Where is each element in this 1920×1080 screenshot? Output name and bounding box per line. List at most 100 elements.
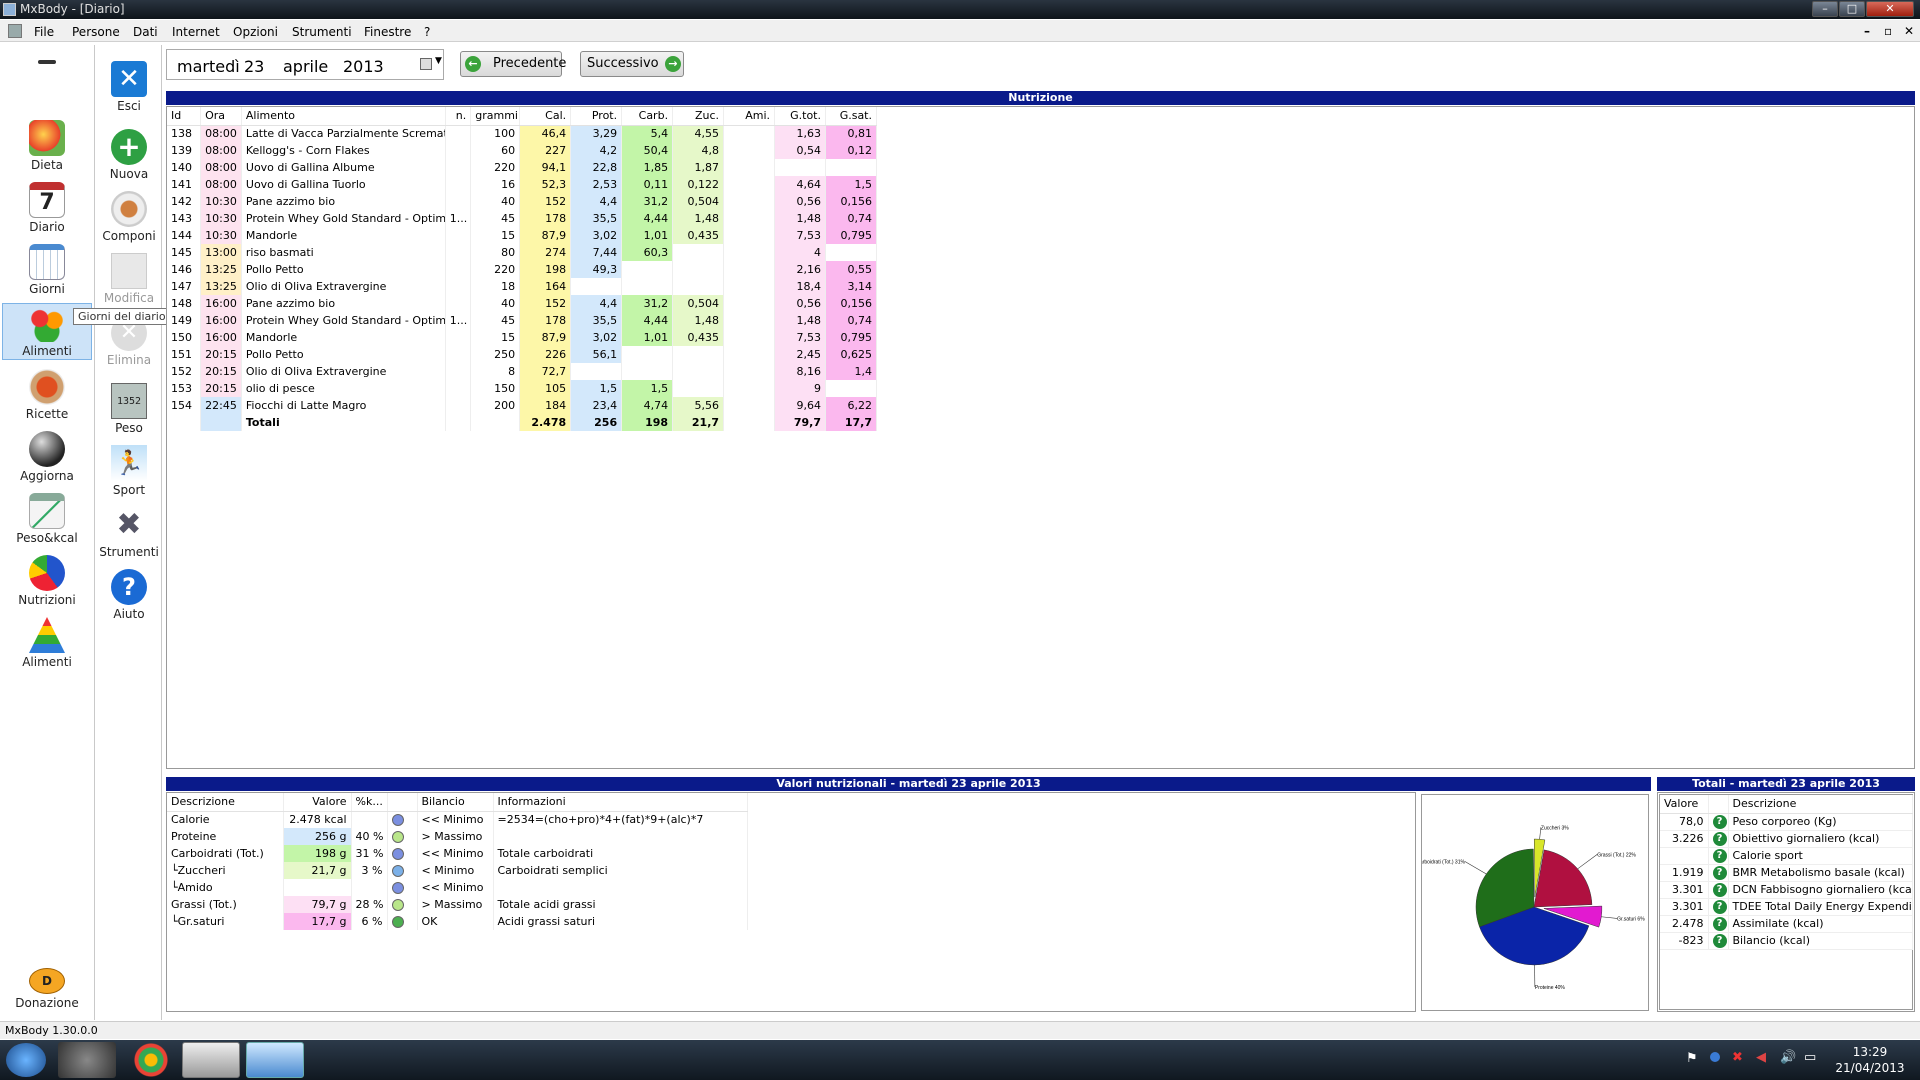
clock-date[interactable]: 21/04/2013	[1830, 1061, 1910, 1075]
help-icon[interactable]: ?	[1712, 900, 1727, 914]
menu-dati[interactable]: Dati	[133, 25, 158, 39]
food-row[interactable]: 146 13:25 Pollo Petto 220 198 49,3 2,16 0,55	[167, 261, 878, 278]
col-n[interactable]: n.	[445, 107, 472, 126]
food-row[interactable]: 139 08:00 Kellogg's - Corn Flakes 60 227 4,2 5…	[167, 142, 878, 159]
child-minimize-button[interactable]: –	[1864, 24, 1870, 38]
totali-row[interactable]: 3.301? TDEE Total Daily Energy Expendit..…	[1660, 898, 1913, 915]
col-gsat[interactable]: G.sat.	[825, 107, 878, 126]
help-icon[interactable]: ?	[1712, 832, 1727, 846]
food-row[interactable]: 149 16:00 Protein Whey Gold Standard - Opt…	[167, 312, 878, 329]
col-grammi[interactable]: grammi	[470, 107, 521, 126]
col-zuc[interactable]: Zuc.	[672, 107, 725, 126]
componi-button[interactable]: Componi	[96, 191, 162, 243]
food-row[interactable]: 141 08:00 Uovo di Gallina Tuorlo 16 52,3 2,53…	[167, 176, 878, 193]
modifica-button[interactable]: Modifica	[96, 253, 162, 305]
calendar-dropdown-icon[interactable]	[420, 58, 432, 70]
nav-peso-kcal[interactable]: Peso&kcal	[2, 493, 92, 545]
nav-diario[interactable]: 7 Diario	[2, 182, 92, 234]
nav-dieta[interactable]: Dieta	[2, 120, 92, 172]
valori-row[interactable]: Grassi (Tot.) 79,7 g 28 % > Massimo Totale a…	[167, 896, 748, 913]
menu-opzioni[interactable]: Opzioni	[233, 25, 278, 39]
tray-display-icon[interactable]: ▭	[1804, 1050, 1816, 1065]
prev-day-button[interactable]: ← Precedente	[460, 51, 566, 77]
col-informazioni[interactable]: Informazioni	[493, 793, 748, 812]
flag-icon[interactable]: ⚑	[1686, 1051, 1698, 1066]
nav-donazione[interactable]: D Donazione	[2, 968, 92, 1010]
maximize-button[interactable]: □	[1839, 1, 1865, 17]
next-day-button[interactable]: Successivo →	[580, 51, 684, 77]
food-row[interactable]: 153 20:15 olio di pesce 150 105 1,5 1,5 9	[167, 380, 878, 397]
col-bilancio[interactable]: Bilancio	[417, 793, 494, 812]
aiuto-button[interactable]: ? Aiuto	[96, 569, 162, 621]
close-button[interactable]: ✕	[1866, 1, 1914, 17]
help-icon[interactable]: ?	[1712, 917, 1727, 931]
col-totali-descrizione[interactable]: Descrizione	[1728, 795, 1913, 814]
tray-network-icon[interactable]	[1710, 1052, 1720, 1062]
clock-time[interactable]: 13:29	[1840, 1045, 1900, 1059]
food-row[interactable]: 142 10:30 Pane azzimo bio 40 152 4,4 31,2 0,504…	[167, 193, 878, 210]
valori-row[interactable]: Calorie 2.478 kcal << Minimo =2534=(cho+pro…	[167, 811, 748, 828]
valori-row[interactable]: Proteine 256 g 40 % > Massimo	[167, 828, 748, 845]
nav-ricette[interactable]: Ricette	[2, 369, 92, 421]
tray-security-icon[interactable]: ✖	[1732, 1050, 1743, 1065]
food-row[interactable]: 150 16:00 Mandorle 15 87,9 3,02 1,01 0,435 7,53 0…	[167, 329, 878, 346]
minimize-button[interactable]: –	[1812, 1, 1838, 17]
taskbar-app-media[interactable]	[58, 1042, 116, 1078]
help-icon[interactable]: ?	[1712, 934, 1727, 948]
nav-alimenti-piramide[interactable]: Alimenti	[2, 617, 92, 669]
col-id[interactable]: Id	[167, 107, 202, 126]
child-restore-button[interactable]: ▫	[1884, 24, 1892, 38]
totali-row[interactable]: 3.226? Obiettivo giornaliero (kcal)	[1660, 830, 1913, 847]
col-alimento[interactable]: Alimento	[241, 107, 446, 126]
food-row[interactable]: 147 13:25 Olio di Oliva Extravergine 18 164 1…	[167, 278, 878, 295]
col-cal[interactable]: Cal.	[519, 107, 572, 126]
col-carb[interactable]: Carb.	[621, 107, 674, 126]
date-picker[interactable]: martedì 23 aprile 2013 ▼	[166, 49, 444, 80]
menu-help[interactable]: ?	[424, 25, 430, 39]
valori-row[interactable]: └Amido << Minimo	[167, 879, 748, 896]
food-row[interactable]: 145 13:00 riso basmati 80 274 7,44 60,3 4	[167, 244, 878, 261]
totali-row[interactable]: 2.478? Assimilate (kcal)	[1660, 915, 1913, 932]
valori-row[interactable]: └Gr.saturi 17,7 g6 % OK Acidi grassi saturi	[167, 913, 748, 930]
food-row[interactable]: 151 20:15 Pollo Petto 250 226 56,1 2,45 0,625	[167, 346, 878, 363]
food-row[interactable]: 152 20:15 Olio di Oliva Extravergine 8 72,7 8…	[167, 363, 878, 380]
strumenti-button[interactable]: ✖ Strumenti	[96, 507, 162, 559]
volume-icon[interactable]: 🔊	[1780, 1050, 1796, 1065]
col-ami[interactable]: Ami.	[723, 107, 776, 126]
menu-persone[interactable]: Persone	[72, 25, 120, 39]
totali-row[interactable]: 78,0? Peso corporeo (Kg)	[1660, 813, 1913, 830]
mdi-icon[interactable]	[8, 24, 22, 38]
tray-warning-icon[interactable]: ◀	[1756, 1050, 1766, 1065]
taskbar-app-explorer[interactable]	[246, 1042, 304, 1078]
food-row[interactable]: 138 08:00 Latte di Vacca Parzialmente Scre…	[167, 125, 878, 142]
food-row[interactable]: 143 10:30 Protein Whey Gold Standard - Opt…	[167, 210, 878, 227]
help-icon[interactable]: ?	[1712, 849, 1727, 863]
col-indicator[interactable]	[387, 793, 418, 812]
totali-row[interactable]: 3.301? DCN Fabbisogno giornaliero (kcal)	[1660, 881, 1913, 898]
food-row[interactable]: 140 08:00 Uovo di Gallina Albume 220 94,1 22,…	[167, 159, 878, 176]
peso-button[interactable]: 1352 Peso	[96, 383, 162, 435]
valori-row[interactable]: Carboidrati (Tot.) 198 g 31 % << Minimo Tota…	[167, 845, 748, 862]
food-row[interactable]: 144 10:30 Mandorle 15 87,9 3,02 1,01 0,435 7,53 0…	[167, 227, 878, 244]
menu-finestre[interactable]: Finestre	[364, 25, 411, 39]
collapse-icon[interactable]	[38, 60, 56, 64]
menu-strumenti[interactable]: Strumenti	[292, 25, 352, 39]
help-icon[interactable]: ?	[1712, 883, 1727, 897]
start-button[interactable]	[6, 1043, 46, 1077]
totali-row[interactable]: ? Calorie sport	[1660, 847, 1913, 864]
nuova-button[interactable]: + Nuova	[96, 129, 162, 181]
col-descrizione[interactable]: Descrizione	[167, 793, 284, 812]
col-totali-valore[interactable]: Valore	[1660, 795, 1709, 814]
esci-button[interactable]: ✕ Esci	[96, 61, 162, 113]
nav-giorni[interactable]: Giorni	[2, 244, 92, 296]
taskbar-app-mxbody[interactable]	[182, 1042, 240, 1078]
col-prot[interactable]: Prot.	[570, 107, 623, 126]
taskbar-app-chrome[interactable]	[122, 1042, 180, 1078]
help-icon[interactable]: ?	[1712, 866, 1727, 880]
help-icon[interactable]: ?	[1712, 815, 1727, 829]
menu-internet[interactable]: Internet	[172, 25, 220, 39]
col-gtot[interactable]: G.tot.	[774, 107, 826, 126]
col-valore[interactable]: Valore	[283, 793, 352, 812]
totali-row[interactable]: 1.919? BMR Metabolismo basale (kcal)	[1660, 864, 1913, 881]
valori-row[interactable]: └Zuccheri 21,7 g3 % < Minimo Carboidrati se…	[167, 862, 748, 879]
